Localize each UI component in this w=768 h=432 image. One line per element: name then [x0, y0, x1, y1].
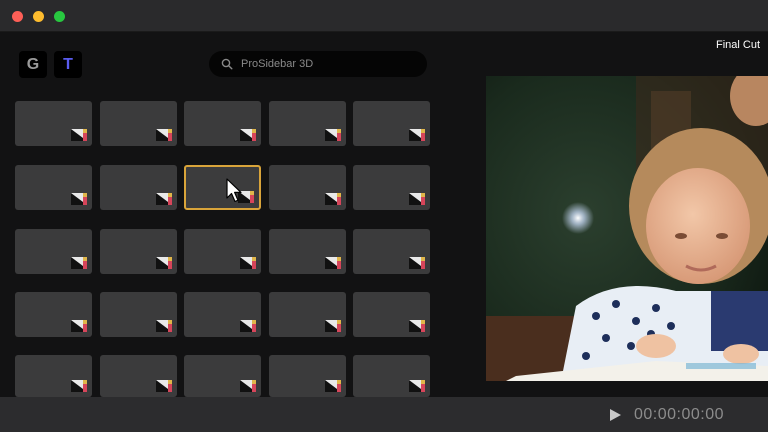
effect-tile[interactable]: [353, 292, 430, 337]
effect-tile[interactable]: [184, 165, 261, 210]
transition-thumbnail-icon: [240, 380, 256, 392]
play-icon[interactable]: [608, 408, 622, 422]
effect-tile[interactable]: [184, 229, 261, 274]
transition-thumbnail-icon: [156, 320, 172, 332]
effect-tile[interactable]: [100, 355, 177, 397]
effect-tile[interactable]: [184, 101, 261, 146]
effect-tile[interactable]: [184, 355, 261, 397]
effect-tile[interactable]: [184, 292, 261, 337]
effect-tile[interactable]: [353, 355, 430, 397]
preview-image: [486, 76, 768, 381]
effect-tile[interactable]: [269, 355, 346, 397]
transition-thumbnail-icon: [325, 257, 341, 269]
effect-tile[interactable]: [269, 165, 346, 210]
transition-thumbnail-icon: [71, 193, 87, 205]
effect-tile[interactable]: [100, 229, 177, 274]
effect-tile[interactable]: [353, 165, 430, 210]
transition-thumbnail-icon: [409, 193, 425, 205]
transition-thumbnail-icon: [238, 191, 254, 203]
transition-thumbnail-icon: [409, 320, 425, 332]
maximize-window-button[interactable]: [54, 11, 65, 22]
effect-tile[interactable]: [269, 101, 346, 146]
search-icon: [221, 58, 233, 70]
app-label: Final Cut: [716, 39, 761, 51]
effect-tile[interactable]: [269, 292, 346, 337]
transition-thumbnail-icon: [240, 257, 256, 269]
transition-thumbnail-icon: [409, 257, 425, 269]
transition-thumbnail-icon: [71, 257, 87, 269]
video-preview: [486, 76, 768, 381]
effect-tile[interactable]: [100, 292, 177, 337]
timecode: 00:00:00:00: [634, 406, 725, 423]
close-window-button[interactable]: [12, 11, 23, 22]
transition-thumbnail-icon: [156, 380, 172, 392]
transition-thumbnail-icon: [325, 193, 341, 205]
transition-thumbnail-icon: [325, 320, 341, 332]
effect-tile[interactable]: [15, 101, 92, 146]
effect-tile[interactable]: [353, 229, 430, 274]
transition-thumbnail-icon: [71, 380, 87, 392]
transition-thumbnail-icon: [71, 320, 87, 332]
effect-tile[interactable]: [15, 165, 92, 210]
search-bar[interactable]: [209, 51, 427, 77]
effect-tile[interactable]: [15, 292, 92, 337]
transition-thumbnail-icon: [409, 380, 425, 392]
effect-tile[interactable]: [353, 101, 430, 146]
g-button[interactable]: G: [19, 51, 47, 78]
effect-tile[interactable]: [100, 165, 177, 210]
transition-thumbnail-icon: [325, 129, 341, 141]
transition-thumbnail-icon: [240, 320, 256, 332]
transition-thumbnail-icon: [325, 380, 341, 392]
effect-tile[interactable]: [15, 355, 92, 397]
transition-thumbnail-icon: [156, 193, 172, 205]
effect-tile[interactable]: [100, 101, 177, 146]
search-input[interactable]: [241, 58, 411, 70]
transition-thumbnail-icon: [156, 129, 172, 141]
transition-thumbnail-icon: [71, 129, 87, 141]
transition-thumbnail-icon: [240, 129, 256, 141]
title-bar: [0, 0, 768, 32]
transition-thumbnail-icon: [156, 257, 172, 269]
effect-tile[interactable]: [15, 229, 92, 274]
transition-thumbnail-icon: [409, 129, 425, 141]
t-button[interactable]: T: [54, 51, 82, 78]
minimize-window-button[interactable]: [33, 11, 44, 22]
effect-tile[interactable]: [269, 229, 346, 274]
